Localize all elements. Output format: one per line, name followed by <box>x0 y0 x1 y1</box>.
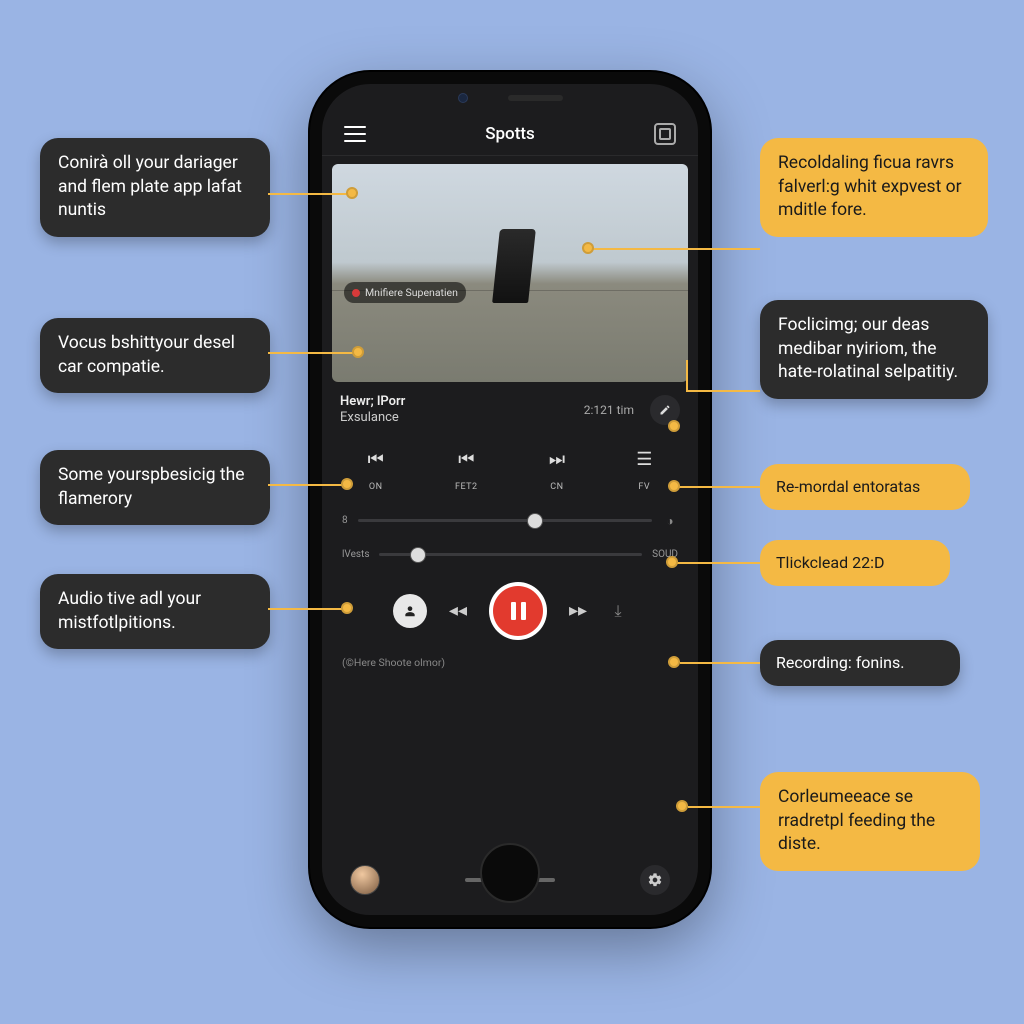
exposure-slider-row: 8 ◑ <box>322 501 698 533</box>
connector-l1 <box>268 193 348 195</box>
pencil-icon <box>659 404 671 416</box>
footer-caption: (©Here Shoote olmor) <box>322 650 698 675</box>
phone-screen: Spotts Mnifiere Supenatien Hewr; lPorr E… <box>322 84 698 915</box>
rewind-button[interactable]: ◂◂ <box>449 600 467 621</box>
connector-l4 <box>268 608 343 610</box>
mode-prev[interactable]: ⏮ ON <box>368 449 384 493</box>
callout-l3: Some yourspbesicig the flamerory <box>40 450 270 525</box>
camera-viewfinder[interactable]: Mnifiere Supenatien <box>332 164 688 382</box>
dot-r1 <box>582 242 594 254</box>
dot-r5 <box>668 656 680 668</box>
aperture-icon: ◑ <box>662 513 678 529</box>
callout-r6: Corleumeeace se rradretpl feeding the di… <box>760 772 980 871</box>
notch-bar <box>322 84 698 112</box>
exposure-slider[interactable] <box>358 519 652 522</box>
exposure-slider-thumb[interactable] <box>528 514 542 528</box>
download-icon[interactable]: ⤓ <box>609 602 627 620</box>
pause-icon <box>511 602 526 620</box>
settings-button[interactable] <box>640 865 670 895</box>
dot-l1 <box>346 187 358 199</box>
dot-r6 <box>676 800 688 812</box>
connector-r2b <box>686 360 688 392</box>
user-avatar[interactable] <box>350 865 380 895</box>
dot-r3 <box>668 480 680 492</box>
callout-r1: Recoldaling ficua ravrs falverl:g whit e… <box>760 138 988 237</box>
audio-slider-row: lVests SOUD <box>322 533 698 564</box>
callout-l2: Vocus bshittyour desel car compatie. <box>40 318 270 393</box>
home-button[interactable] <box>480 843 540 903</box>
audio-slider-thumb[interactable] <box>411 548 425 562</box>
gallery-icon[interactable] <box>654 123 676 145</box>
menu-icon[interactable] <box>344 126 366 142</box>
mode-fv[interactable]: ☰ FV <box>636 449 652 493</box>
skip-prev-icon: ⏮ <box>368 449 384 470</box>
slider2-left-label: lVests <box>342 549 369 560</box>
connector-l2 <box>268 352 354 354</box>
forward-button[interactable]: ▸▸ <box>569 600 587 621</box>
mode-row: ⏮ ON ⏮ FET2 ⏭ CN ☰ FV <box>322 433 698 501</box>
app-title: Spotts <box>485 124 535 144</box>
connector-r1 <box>590 248 760 250</box>
viewfinder-mode-badge: Mnifiere Supenatien <box>344 282 466 303</box>
connector-r6 <box>688 806 760 808</box>
callout-r4: Tlickclead 22:D <box>760 540 950 586</box>
clip-title-row: Hewr; lPorr Exsulance 2:121 tim <box>322 382 698 433</box>
connector-r2a <box>688 390 760 392</box>
slider1-left-label: 8 <box>342 515 348 526</box>
transport-controls: ◂◂ ▸▸ ⤓ <box>322 564 698 650</box>
subject-placeholder <box>492 229 536 303</box>
gear-icon <box>647 872 663 888</box>
speaker-grille <box>508 95 563 101</box>
record-pause-button[interactable] <box>489 582 547 640</box>
dot-r4 <box>666 556 678 568</box>
phone-device: Spotts Mnifiere Supenatien Hewr; lPorr E… <box>310 72 710 927</box>
dot-l2 <box>352 346 364 358</box>
connector-r5 <box>680 662 760 664</box>
clip-time: 2:121 tim <box>584 403 634 417</box>
clip-subtitle: Exsulance <box>340 410 405 426</box>
callout-l4: Audio tive adl your mistfotlpitions. <box>40 574 270 649</box>
connector-r4 <box>676 562 760 564</box>
dot-l3 <box>341 478 353 490</box>
app-header: Spotts <box>322 112 698 156</box>
callout-r5: Recording: fonins. <box>760 640 960 686</box>
callout-r2: Foclicimg; our deas medibar nyiriom, the… <box>760 300 988 399</box>
skip-prev-alt-icon: ⏮ <box>455 449 478 470</box>
front-camera-icon <box>458 93 468 103</box>
clip-title: Hewr; lPorr <box>340 394 405 410</box>
filter-icon: ☰ <box>636 449 652 470</box>
callout-r3: Re-mordal entoratas <box>760 464 970 510</box>
dot-l4 <box>341 602 353 614</box>
person-icon <box>403 604 417 618</box>
callout-l1: Conirà oll your dariager and flem plate … <box>40 138 270 237</box>
mode-cn[interactable]: ⏭ CN <box>549 449 565 493</box>
dot-r2 <box>668 420 680 432</box>
skip-next-icon: ⏭ <box>549 449 565 470</box>
audio-slider[interactable] <box>379 553 642 556</box>
mode-fet2[interactable]: ⏮ FET2 <box>455 449 478 493</box>
profile-mini-button[interactable] <box>393 594 427 628</box>
connector-l3 <box>268 484 343 486</box>
connector-r3 <box>678 486 760 488</box>
